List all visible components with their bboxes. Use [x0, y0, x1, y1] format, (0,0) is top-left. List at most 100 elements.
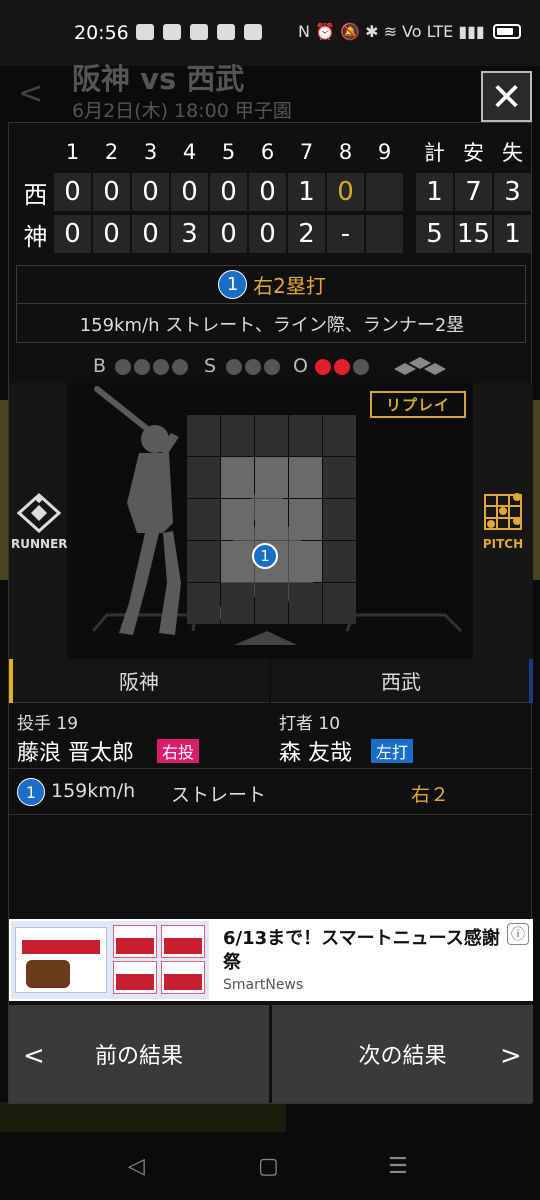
pitcher-hand-badge: 右投	[157, 739, 200, 763]
zone-cell	[255, 415, 288, 456]
pitcher-name: 藤浪 晋太郎	[17, 741, 134, 766]
inning-score: 0	[171, 173, 208, 211]
inning-score: 0	[93, 215, 130, 253]
home-team-color	[9, 659, 13, 703]
home-icon[interactable]: ▢	[258, 1154, 279, 1179]
replay-button[interactable]: リプレイ	[370, 391, 466, 418]
runner-label: RUNNER	[11, 537, 68, 551]
total-hits: 7	[455, 173, 492, 211]
strike-indicator	[264, 359, 280, 375]
battery-icon	[492, 24, 521, 39]
runner-button[interactable]: RUNNER	[11, 492, 68, 551]
zone-cell	[323, 541, 356, 582]
zone-cell	[323, 583, 356, 624]
chevron-left-icon: <	[23, 1041, 45, 1071]
next-result-label: 次の結果	[358, 1044, 447, 1069]
zone-cell-strike	[255, 457, 288, 498]
game-subtitle: 6月2日(木) 18:00 甲子園	[72, 100, 292, 122]
pitcher-role: 投手 19	[17, 714, 79, 734]
recents-icon[interactable]: ☰	[388, 1154, 408, 1179]
tab-home-team[interactable]: 阪神	[9, 659, 269, 703]
inning-score: 0	[249, 173, 286, 211]
inning-score: 0	[210, 215, 247, 253]
youtube-icon	[217, 24, 235, 40]
chat-icon	[244, 24, 262, 40]
inning-score: 3	[171, 215, 208, 253]
total-errors: 3	[494, 173, 531, 211]
inning-score-current: 0	[327, 173, 364, 211]
back-arrow-icon[interactable]: <	[18, 76, 43, 111]
total-header: 計	[424, 141, 445, 165]
out-indicator-on	[334, 359, 350, 375]
zone-cell	[323, 457, 356, 498]
inning-header: 4	[182, 140, 197, 164]
total-runs: 5	[416, 215, 453, 253]
pitch-list-item[interactable]: 1 159km/h ストレート 右２	[9, 769, 533, 815]
strikes-label: S	[204, 355, 217, 377]
close-icon: ✕	[490, 74, 523, 119]
inning-header: 2	[104, 140, 119, 164]
inning-score: 0	[54, 173, 91, 211]
hits-header: 安	[463, 141, 484, 165]
play-summary: 1 右2塁打 159km/h ストレート、ライン際、ランナー2塁	[16, 265, 527, 343]
pitch-location-marker[interactable]: 1	[252, 543, 278, 569]
game-title: 阪神 vs 西武	[72, 62, 245, 96]
pitch-speed: 159km/h	[51, 780, 136, 802]
zone-cell	[323, 415, 356, 456]
close-button[interactable]: ✕	[481, 71, 532, 122]
inning-header: 8	[338, 140, 353, 164]
inning-score: 0	[132, 173, 169, 211]
system-icons: N ⏰ 🔕 ✱ ≋ Vo LTE ▮▮▮	[298, 22, 521, 41]
total-runs: 1	[416, 173, 453, 211]
batter-role: 打者 10	[279, 714, 341, 734]
zone-cell	[187, 499, 220, 540]
tab-away-team[interactable]: 西武	[271, 659, 531, 703]
ball-indicator	[134, 359, 150, 375]
zone-cell-strike	[221, 457, 254, 498]
previous-result-button[interactable]: < 前の結果	[9, 1005, 269, 1103]
play-detail-text: 159km/h ストレート、ライン際、ランナー2塁	[79, 315, 465, 336]
team-initial: 神	[23, 222, 48, 251]
ad-product-image	[26, 960, 70, 988]
batter-name: 森 友哉	[279, 741, 352, 766]
errors-header: 失	[502, 141, 523, 165]
system-status-text: N ⏰ 🔕 ✱ ≋ Vo LTE ▮▮▮	[298, 22, 485, 41]
inning-score	[366, 173, 403, 211]
inning-header: 3	[143, 140, 158, 164]
inning-score: 1	[288, 173, 325, 211]
ad-title: 6/13まで！スマートニュース感謝祭	[223, 928, 500, 973]
back-icon[interactable]: ◁	[128, 1154, 145, 1179]
batter-hand-badge: 左打	[371, 739, 414, 763]
away-team-label: 西武	[381, 670, 421, 694]
ad-info-icon[interactable]: ⓘ	[507, 923, 529, 945]
ad-image	[11, 921, 209, 999]
zone-cell-strike	[255, 499, 288, 540]
diamond-field-icon	[16, 492, 62, 534]
inning-score: 0	[93, 173, 130, 211]
zone-cell	[187, 583, 220, 624]
zone-cell-strike	[221, 541, 254, 582]
inning-score	[366, 215, 403, 253]
play-summary-header: 1 右2塁打	[17, 266, 527, 304]
next-result-button[interactable]: 次の結果 >	[272, 1005, 533, 1103]
ad-ticket-image	[161, 925, 205, 958]
inning-header: 1	[65, 140, 80, 164]
inning-score: 0	[132, 215, 169, 253]
strike-zone-grid-icon	[484, 493, 522, 530]
pitch-number-badge: 1	[17, 778, 45, 806]
ball-count: B S O	[9, 355, 533, 379]
play-number-badge: 1	[218, 270, 248, 299]
out-indicator	[353, 359, 369, 375]
pitch-result: 右２	[411, 784, 450, 806]
pitch-button[interactable]: PITCH	[475, 491, 531, 551]
ad-banner-strip	[22, 940, 100, 954]
ad-ticket-image	[113, 925, 157, 958]
batter-info: 打者 10 森 友哉 左打	[271, 703, 533, 769]
inning-header: 6	[260, 140, 275, 164]
ad-banner[interactable]: 6/13まで！スマートニュース感謝祭 SmartNews ⓘ	[9, 919, 533, 1001]
score-row-away: 西 0 0 0 0 0 0 1 0 1 7 3	[9, 173, 533, 213]
strike-indicator	[245, 359, 261, 375]
inning-score: -	[327, 215, 364, 253]
line-icon	[136, 24, 154, 40]
mail-icon	[190, 24, 208, 40]
